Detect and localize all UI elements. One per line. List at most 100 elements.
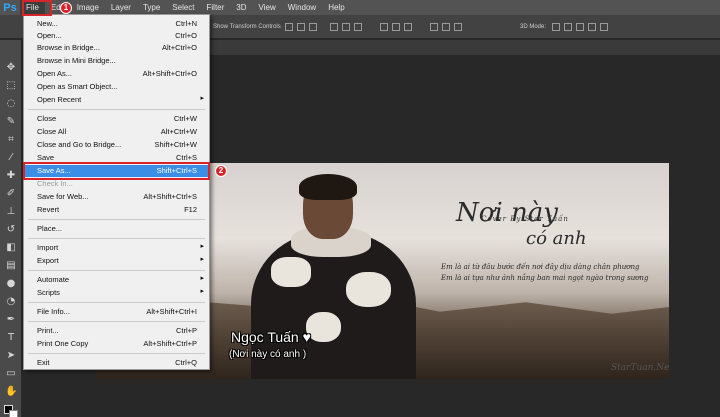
distribute-bottom-icon[interactable] [404,23,412,31]
menu-item-label: Revert [37,205,60,214]
menu-item-browse-bridge[interactable]: Browse in Bridge... Alt+Ctrl+O [24,42,209,54]
menu-item-close-go-bridge[interactable]: Close and Go to Bridge... Shift+Ctrl+W [24,139,209,151]
menu-item-shortcut: Alt+Shift+Ctrl+O [142,69,197,78]
menu-separator [28,302,205,303]
menu-item-label: Close [37,114,57,123]
menu-3d[interactable]: 3D [230,0,252,15]
menu-separator [28,109,205,110]
menu-separator [28,219,205,220]
align-middle-icon[interactable] [297,23,305,31]
menu-separator [28,321,205,322]
menu-item-shortcut: Ctrl+Q [175,358,197,367]
menu-item-label: Automate [37,275,70,284]
menu-item-file-info[interactable]: File Info... Alt+Shift+Ctrl+I [24,306,209,318]
healing-brush-tool-icon[interactable]: ✚ [5,170,17,182]
align-left-icon[interactable] [330,23,338,31]
menu-item-close-all[interactable]: Close All Alt+Ctrl+W [24,126,209,138]
menu-item-export[interactable]: Export ▸ [24,255,209,267]
submenu-arrow-icon: ▸ [200,95,204,102]
menu-item-automate[interactable]: Automate ▸ [24,274,209,286]
3d-mode-label: 3D Mode: [520,24,547,30]
menu-layer[interactable]: Layer [105,0,137,15]
menu-view[interactable]: View [253,0,282,15]
menu-item-save-for-web[interactable]: Save for Web... Alt+Shift+Ctrl+S [24,191,209,203]
menu-type[interactable]: Type [137,0,166,15]
crop-tool-icon[interactable]: ⌗ [5,134,17,146]
menu-item-import[interactable]: Import ▸ [24,242,209,254]
move-tool-icon[interactable]: ✥ [5,62,17,74]
distribute-right-icon[interactable] [454,23,462,31]
menu-item-print[interactable]: Print... Ctrl+P [24,325,209,337]
submenu-arrow-icon: ▸ [200,275,204,282]
menu-separator [28,353,205,354]
distribute-left-icon[interactable] [430,23,438,31]
brush-tool-icon[interactable]: ✐ [5,188,17,200]
menu-item-exit[interactable]: Exit Ctrl+Q [24,357,209,369]
pen-tool-icon[interactable]: ✒ [5,314,17,326]
file-menu-highlight-box [22,0,52,16]
align-center-icon[interactable] [342,23,350,31]
menu-separator [28,270,205,271]
menu-filter[interactable]: Filter [201,0,231,15]
distribute-middle-icon[interactable] [392,23,400,31]
menu-select[interactable]: Select [166,0,200,15]
3d-scale-icon[interactable] [600,23,608,31]
menu-item-label: Import [37,243,59,252]
menu-window[interactable]: Window [282,0,322,15]
menu-help[interactable]: Help [322,0,350,15]
menu-item-label: Print One Copy [37,339,89,348]
clone-stamp-tool-icon[interactable]: ⊥ [5,206,17,218]
menu-item-new[interactable]: New... Ctrl+N [24,18,209,30]
blur-tool-icon[interactable]: ● [5,278,17,290]
gradient-tool-icon[interactable]: ▤ [5,260,17,272]
menu-item-label: Close and Go to Bridge... [37,140,122,149]
step-2-badge: 2 [215,165,227,177]
show-transform-controls-label[interactable]: Show Transform Controls [213,24,281,30]
align-right-icon[interactable] [354,23,362,31]
hand-tool-icon[interactable]: ✋ [5,386,17,398]
song-caption: (Nơi này có anh ) [229,349,307,360]
menu-item-label: Save for Web... [37,192,89,201]
jacket-pattern [271,257,311,287]
menu-item-label: Open as Smart Object... [37,82,118,91]
path-selection-tool-icon[interactable]: ➤ [5,350,17,362]
3d-pan-icon[interactable] [576,23,584,31]
menu-item-browse-mini-bridge[interactable]: Browse in Mini Bridge... [24,55,209,67]
menu-item-label: Open As... [37,69,73,78]
menu-item-shortcut: Shift+Ctrl+W [154,140,197,149]
menu-item-shortcut: Alt+Shift+Ctrl+I [146,307,197,316]
menu-item-open-as[interactable]: Open As... Alt+Shift+Ctrl+O [24,68,209,80]
3d-slide-icon[interactable] [588,23,596,31]
photoshop-logo-icon: Ps [3,1,17,14]
3d-roll-icon[interactable] [564,23,572,31]
shape-tool-icon[interactable]: ▭ [5,368,17,380]
type-tool-icon[interactable]: T [5,332,17,344]
background-color-swatch[interactable] [9,410,18,417]
dodge-tool-icon[interactable]: ◔ [5,296,17,308]
menu-item-print-one-copy[interactable]: Print One Copy Alt+Shift+Ctrl+P [24,338,209,350]
menu-item-open[interactable]: Open... Ctrl+O [24,30,209,42]
marquee-tool-icon[interactable]: ⬚ [5,80,17,92]
menu-item-place[interactable]: Place... [24,223,209,235]
lyric-line1: Em là ai từ đâu bước đến nơi đây dịu dàn… [441,263,640,271]
align-top-icon[interactable] [285,23,293,31]
menu-item-revert[interactable]: Revert F12 [24,204,209,216]
menu-item-label: Check In... [37,179,73,188]
menu-item-open-smart-object[interactable]: Open as Smart Object... [24,81,209,93]
distribute-center-icon[interactable] [442,23,450,31]
menu-item-open-recent[interactable]: Open Recent ▸ [24,94,209,106]
menu-image[interactable]: Image [71,0,105,15]
eyedropper-tool-icon[interactable]: ⁄ [5,152,17,164]
eraser-tool-icon[interactable]: ◧ [5,242,17,254]
align-bottom-icon[interactable] [309,23,317,31]
3d-rotate-icon[interactable] [552,23,560,31]
menu-item-label: Save [37,153,55,162]
history-brush-tool-icon[interactable]: ↺ [5,224,17,236]
distribute-top-icon[interactable] [380,23,388,31]
lasso-tool-icon[interactable]: ◌ [5,98,17,110]
menu-item-label: Export [37,256,59,265]
menu-item-scripts[interactable]: Scripts ▸ [24,287,209,299]
title-script-line1: Nơi này [456,198,558,228]
quick-select-tool-icon[interactable]: ✎ [5,116,17,128]
menu-item-close[interactable]: Close Ctrl+W [24,113,209,125]
